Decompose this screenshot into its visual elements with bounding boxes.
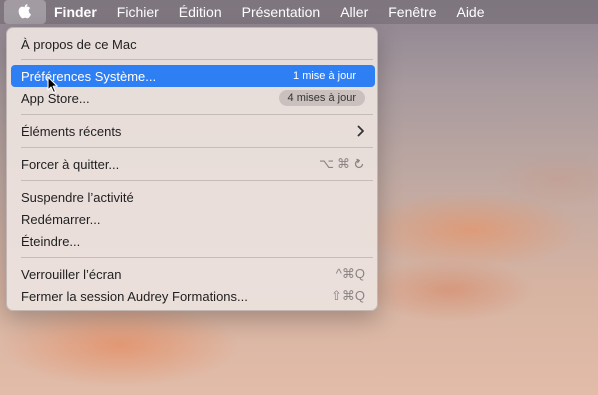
lock-screen-shortcut: ^⌘Q [335, 266, 365, 281]
update-badge: 4 mises à jour [278, 90, 365, 106]
menu-separator [21, 59, 373, 60]
menu-separator [21, 180, 373, 181]
menu-separator [21, 114, 373, 115]
command-key-icon: ⌘ [337, 156, 350, 171]
menubar-item-fenetre[interactable]: Fenêtre [378, 0, 446, 24]
menu-item-force-quit-label: Forcer à quitter... [21, 156, 120, 172]
force-quit-shortcut: ⌥ ⌘ [319, 156, 365, 172]
menu-item-lock-screen-label: Verrouiller l’écran [21, 266, 122, 282]
menubar-item-finder[interactable]: Finder [46, 0, 107, 24]
logout-shortcut: ⇧⌘Q [330, 288, 365, 303]
menu-item-logout-label: Fermer la session Audrey Formations... [21, 288, 248, 304]
menubar-item-edition[interactable]: Édition [169, 0, 232, 24]
menu-item-sleep-label: Suspendre l’activité [21, 189, 134, 205]
escape-key-icon [354, 158, 364, 169]
menu-item-sleep[interactable]: Suspendre l’activité [11, 186, 375, 208]
menu-item-app-store[interactable]: App Store... 4 mises à jour [11, 87, 375, 109]
apple-menu-button[interactable] [4, 0, 46, 24]
menu-item-shutdown[interactable]: Éteindre... [11, 230, 375, 252]
menubar-item-presentation[interactable]: Présentation [232, 0, 331, 24]
apple-logo-icon [18, 4, 31, 19]
menu-item-about-label: À propos de ce Mac [21, 36, 137, 52]
menu-item-system-preferences[interactable]: Préférences Système... 1 mise à jour [11, 65, 375, 87]
menu-item-about[interactable]: À propos de ce Mac [11, 33, 375, 55]
chevron-right-icon [357, 125, 365, 137]
menu-item-recent-items[interactable]: Éléments récents [11, 120, 375, 142]
menu-item-force-quit[interactable]: Forcer à quitter... ⌥ ⌘ [11, 153, 375, 175]
menubar-item-aller[interactable]: Aller [330, 0, 378, 24]
menu-item-recent-items-label: Éléments récents [21, 123, 122, 139]
apple-menu-dropdown: À propos de ce Mac Préférences Système..… [6, 27, 378, 311]
menu-separator [21, 257, 373, 258]
menubar-item-aide[interactable]: Aide [446, 0, 494, 24]
menu-item-logout[interactable]: Fermer la session Audrey Formations... ⇧… [11, 285, 375, 307]
mouse-pointer-icon [47, 76, 58, 94]
option-key-icon: ⌥ [319, 156, 334, 171]
menu-item-shutdown-label: Éteindre... [21, 233, 81, 249]
menu-bar: Finder Fichier Édition Présentation Alle… [0, 0, 598, 24]
update-badge: 1 mise à jour [293, 70, 356, 82]
menu-separator [21, 147, 373, 148]
menu-item-lock-screen[interactable]: Verrouiller l’écran ^⌘Q [11, 263, 375, 285]
menu-item-restart-label: Redémarrer... [21, 211, 101, 227]
menubar-item-fichier[interactable]: Fichier [107, 0, 169, 24]
menu-item-restart[interactable]: Redémarrer... [11, 208, 375, 230]
menu-item-system-preferences-label: Préférences Système... [21, 68, 157, 84]
